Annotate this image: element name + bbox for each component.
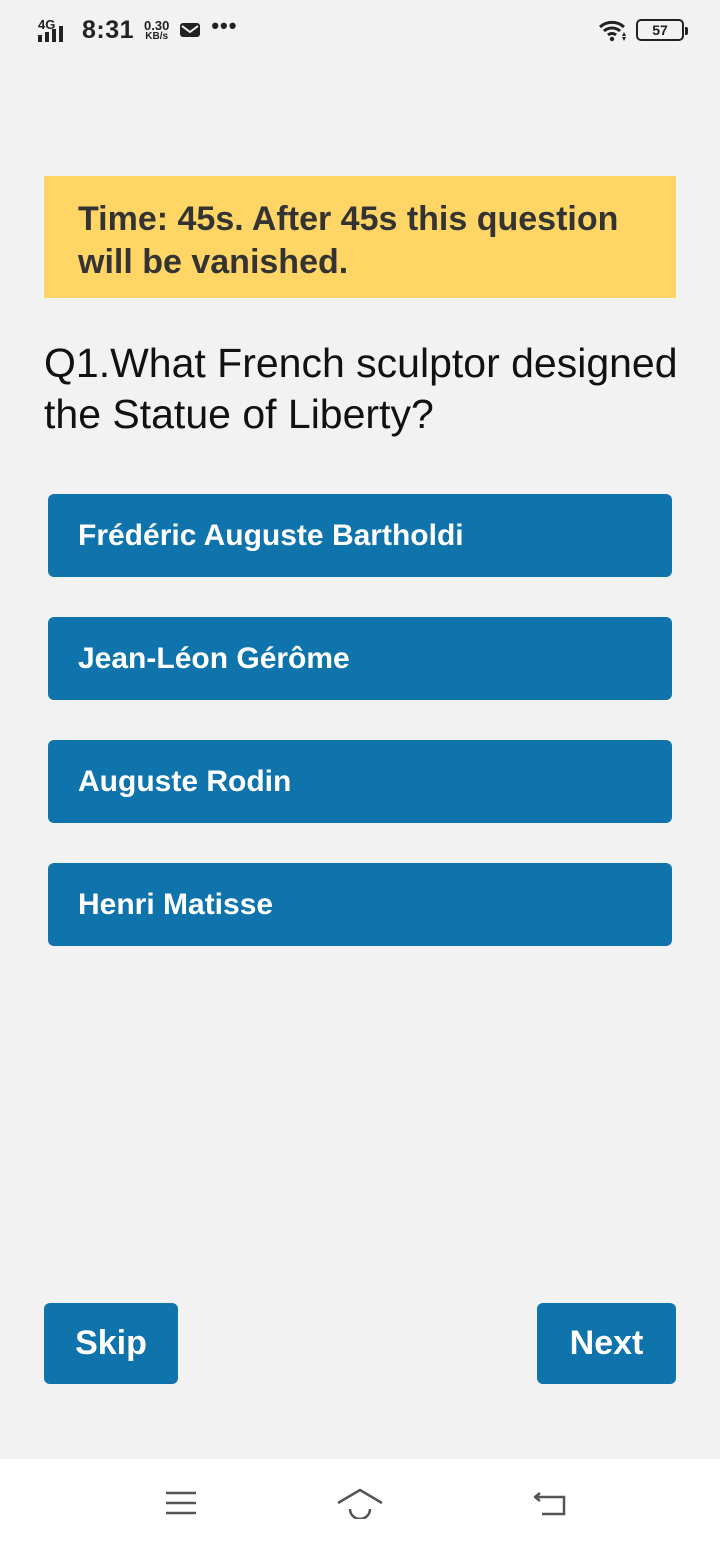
skip-button[interactable]: Skip [44, 1303, 178, 1384]
network-speed: 0.30 KB/s [144, 19, 169, 42]
battery-icon: 57 [636, 19, 688, 41]
signal-icon: 4G [38, 15, 72, 45]
battery-level: 57 [652, 22, 668, 38]
back-icon[interactable] [525, 1483, 575, 1523]
option-3-button[interactable]: Auguste Rodin [48, 740, 672, 823]
option-4-button[interactable]: Henri Matisse [48, 863, 672, 946]
more-notifications-icon: ••• [211, 13, 238, 38]
quiz-screen: 4G 8:31 0.30 KB/s ••• 57 Time: 45s. Afte… [0, 0, 720, 1544]
status-bar-left: 4G 8:31 0.30 KB/s ••• [38, 13, 238, 45]
option-1-button[interactable]: Frédéric Auguste Bartholdi [48, 494, 672, 577]
menu-icon[interactable] [156, 1483, 206, 1523]
next-button[interactable]: Next [537, 1303, 676, 1384]
status-bar-right: 57 [598, 18, 688, 42]
network-speed-unit: KB/s [145, 30, 169, 42]
timer-text: Time: 45s. After 45s this question will … [78, 200, 619, 281]
navigation-bar [0, 1459, 720, 1544]
home-icon[interactable] [335, 1483, 385, 1523]
mail-icon [180, 23, 201, 37]
timer-banner: Time: 45s. After 45s this question will … [44, 176, 676, 298]
question-text: Q1.What French sculptor designed the Sta… [44, 340, 678, 437]
status-time: 8:31 [82, 15, 135, 44]
wifi-icon [599, 20, 626, 42]
network-speed-value: 0.30 [144, 17, 170, 33]
option-2-button[interactable]: Jean-Léon Gérôme [48, 617, 672, 700]
status-bar: 4G 8:31 0.30 KB/s ••• 57 [0, 0, 720, 60]
